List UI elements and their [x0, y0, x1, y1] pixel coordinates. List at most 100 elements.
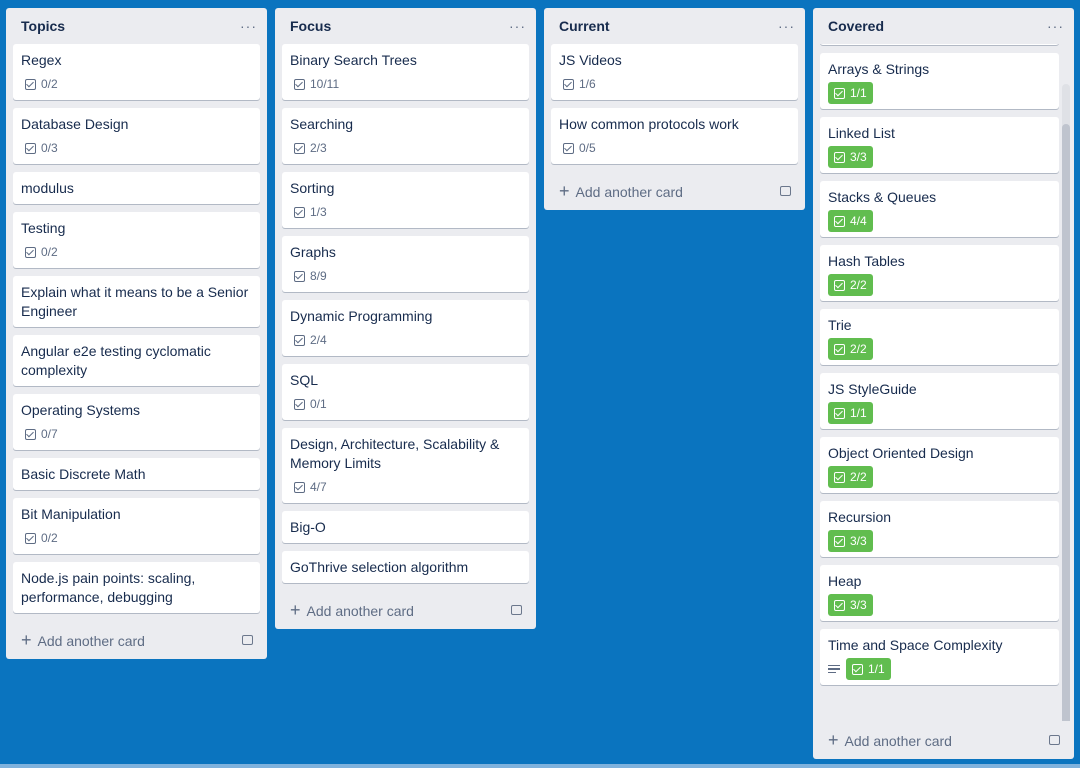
- card-badges: 4/4: [828, 210, 1051, 232]
- list-focus: Focus ··· Binary Search Trees 10/11 Searchi…: [275, 8, 536, 629]
- checklist-badge: 2/2: [828, 274, 873, 296]
- card[interactable]: Bit Manipulation 0/2: [13, 498, 260, 554]
- card[interactable]: Database Design 0/3: [13, 108, 260, 164]
- card[interactable]: modulus: [13, 172, 260, 204]
- card-list: JS Videos 1/6 How common protocols work 0/5: [544, 44, 805, 172]
- card[interactable]: Angular e2e testing cyclomatic complexit…: [13, 335, 260, 386]
- checklist-badge: 0/2: [21, 77, 62, 91]
- card-title: Angular e2e testing cyclomatic complexit…: [21, 343, 211, 378]
- card-list: Binary Search Trees 10/11 Searching 2/3 Sort…: [275, 44, 536, 591]
- card[interactable]: Stacks & Queues 4/4: [820, 181, 1059, 237]
- card[interactable]: SQL 0/1: [282, 364, 529, 420]
- card-template-icon[interactable]: [1049, 735, 1060, 745]
- card[interactable]: Hash Tables 2/2: [820, 245, 1059, 301]
- add-card-button[interactable]: + Add another card: [6, 621, 267, 659]
- card-title: JS Videos: [559, 52, 622, 68]
- list-title[interactable]: Topics: [21, 18, 65, 34]
- card[interactable]: Big-O: [282, 511, 529, 543]
- card-badges: 2/2: [828, 338, 1051, 360]
- card-badges: 0/2: [21, 528, 252, 548]
- card[interactable]: 1/1: [820, 44, 1059, 45]
- card[interactable]: GoThrive selection algorithm: [282, 551, 529, 583]
- list-menu-icon[interactable]: ···: [778, 18, 795, 34]
- card-template-icon[interactable]: [242, 635, 253, 645]
- card[interactable]: Graphs 8/9: [282, 236, 529, 292]
- card-template-icon[interactable]: [511, 605, 522, 615]
- checklist-count: 4/7: [310, 480, 327, 494]
- card-badges: 2/2: [828, 274, 1051, 296]
- card[interactable]: Design, Architecture, Scalability & Memo…: [282, 428, 529, 503]
- card-badges: 2/2: [828, 466, 1051, 488]
- checklist-badge: 1/3: [290, 205, 331, 219]
- list-header: Focus ···: [275, 8, 536, 44]
- list-title[interactable]: Covered: [828, 18, 884, 34]
- checklist-count: 10/11: [310, 77, 340, 91]
- card[interactable]: Heap 3/3: [820, 565, 1059, 621]
- checklist-count: 1/3: [310, 205, 327, 219]
- checklist-count: 2/3: [310, 141, 327, 155]
- card[interactable]: Linked List 3/3: [820, 117, 1059, 173]
- card[interactable]: Basic Discrete Math: [13, 458, 260, 490]
- list-title[interactable]: Focus: [290, 18, 331, 34]
- checklist-count: 1/6: [579, 77, 596, 91]
- card[interactable]: Object Oriented Design 2/2: [820, 437, 1059, 493]
- card[interactable]: Recursion 3/3: [820, 501, 1059, 557]
- checklist-icon: [294, 270, 305, 282]
- card[interactable]: Searching 2/3: [282, 108, 529, 164]
- checklist-badge: 0/1: [290, 397, 331, 411]
- add-card-button[interactable]: + Add another card: [813, 721, 1074, 759]
- card[interactable]: Node.js pain points: scaling, performanc…: [13, 562, 260, 613]
- add-card-button[interactable]: + Add another card: [275, 591, 536, 629]
- description-icon: [828, 664, 840, 674]
- list-title[interactable]: Current: [559, 18, 610, 34]
- card[interactable]: Time and Space Complexity 1/1: [820, 629, 1059, 685]
- checklist-count: 2/2: [850, 342, 867, 356]
- checklist-badge: 1/1: [828, 82, 873, 104]
- list-menu-icon[interactable]: ···: [1047, 18, 1064, 34]
- card[interactable]: Regex 0/2: [13, 44, 260, 100]
- checklist-badge: 1/1: [828, 402, 873, 424]
- card-title: Searching: [290, 116, 354, 132]
- list-menu-icon[interactable]: ···: [240, 18, 257, 34]
- checklist-count: 3/3: [850, 534, 867, 548]
- card[interactable]: Dynamic Programming 2/4: [282, 300, 529, 356]
- checklist-badge: 1/6: [559, 77, 600, 91]
- card[interactable]: JS Videos 1/6: [551, 44, 798, 100]
- board-horizontal-scrollbar[interactable]: [0, 764, 1080, 768]
- card[interactable]: Trie 2/2: [820, 309, 1059, 365]
- add-card-label: Add another card: [37, 632, 145, 649]
- card-title: Arrays & Strings: [828, 61, 930, 77]
- card-title: Linked List: [828, 125, 895, 141]
- card[interactable]: Operating Systems 0/7: [13, 394, 260, 450]
- checklist-icon: [294, 206, 305, 218]
- list-scrollbar[interactable]: [1062, 84, 1070, 721]
- card-badges: 3/3: [828, 146, 1051, 168]
- plus-icon: +: [290, 599, 301, 620]
- card-title: GoThrive selection algorithm: [290, 559, 469, 575]
- card[interactable]: JS StyleGuide 1/1: [820, 373, 1059, 429]
- card-title: Sorting: [290, 180, 335, 196]
- card[interactable]: How common protocols work 0/5: [551, 108, 798, 164]
- card-template-icon[interactable]: [780, 186, 791, 196]
- checklist-icon: [294, 78, 305, 90]
- add-card-label: Add another card: [306, 602, 414, 619]
- card[interactable]: Testing 0/2: [13, 212, 260, 268]
- checklist-icon: [852, 663, 863, 675]
- card-title: Basic Discrete Math: [21, 466, 146, 482]
- card[interactable]: Sorting 1/3: [282, 172, 529, 228]
- checklist-icon: [834, 407, 845, 419]
- checklist-count: 2/2: [850, 278, 867, 292]
- add-card-button[interactable]: + Add another card: [544, 172, 805, 210]
- checklist-count: 0/5: [579, 141, 596, 155]
- card-title: Trie: [828, 317, 852, 333]
- checklist-badge: 2/4: [290, 333, 331, 347]
- card-title: modulus: [21, 180, 74, 196]
- card[interactable]: Binary Search Trees 10/11: [282, 44, 529, 100]
- card[interactable]: Explain what it means to be a Senior Eng…: [13, 276, 260, 327]
- checklist-count: 3/3: [850, 598, 867, 612]
- card-title: JS StyleGuide: [828, 381, 917, 397]
- list-menu-icon[interactable]: ···: [509, 18, 526, 34]
- card-list: 1/1 Arrays & Strings 1/1 Linked List 3/3 Stac…: [813, 44, 1074, 721]
- checklist-icon: [834, 599, 845, 611]
- card[interactable]: Arrays & Strings 1/1: [820, 53, 1059, 109]
